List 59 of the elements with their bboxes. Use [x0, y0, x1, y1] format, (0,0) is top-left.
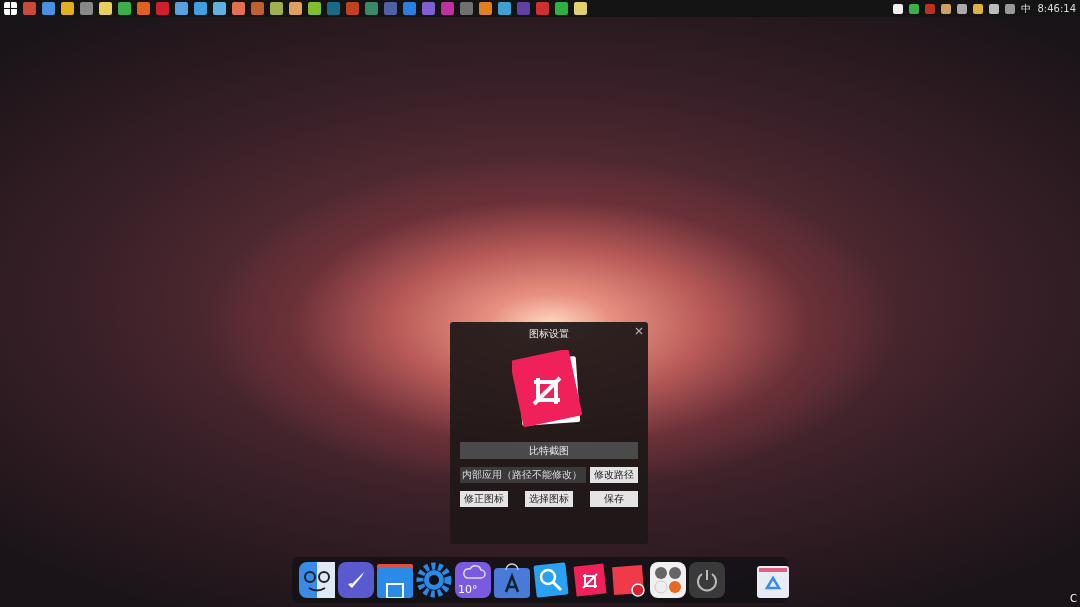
app-icon[interactable] — [61, 2, 74, 15]
app-icon[interactable] — [498, 2, 511, 15]
folder-icon[interactable] — [377, 562, 413, 598]
app-icon[interactable] — [251, 2, 264, 15]
change-path-button[interactable]: 修改路径 — [590, 467, 638, 483]
app-icon[interactable] — [289, 2, 302, 15]
dialog-title: 图标设置 — [529, 327, 569, 341]
app-icon[interactable] — [346, 2, 359, 15]
clock[interactable]: 8:46:14 — [1037, 3, 1076, 14]
tray-icon[interactable] — [941, 3, 952, 14]
tray-icon[interactable] — [957, 3, 968, 14]
smiling-face-icon[interactable] — [299, 562, 335, 598]
app-icon[interactable] — [23, 2, 36, 15]
app-icon[interactable] — [403, 2, 416, 15]
settings-icon[interactable] — [416, 562, 452, 598]
app-icon[interactable] — [270, 2, 283, 15]
dialog-button[interactable]: 保存 — [590, 491, 638, 507]
weather-widget[interactable]: 10° — [455, 562, 491, 598]
app-icon[interactable] — [517, 2, 530, 15]
app-icon[interactable] — [42, 2, 55, 15]
app-icon[interactable] — [232, 2, 245, 15]
app-icon[interactable] — [80, 2, 93, 15]
corner-text: C — [1070, 593, 1077, 604]
weather-temperature: 10° — [458, 583, 478, 596]
dialog-button[interactable]: 选择图标 — [525, 491, 573, 507]
screen-record-icon[interactable] — [611, 562, 647, 598]
crop-icon[interactable] — [572, 562, 608, 598]
dialog-button[interactable]: 修正图标 — [460, 491, 508, 507]
app-icon[interactable] — [460, 2, 473, 15]
tray-icon[interactable] — [909, 3, 920, 14]
app-icon[interactable] — [555, 2, 568, 15]
app-icon[interactable] — [422, 2, 435, 15]
app-icon[interactable] — [384, 2, 397, 15]
windows-logo-icon[interactable] — [4, 2, 17, 15]
tray-icon[interactable] — [1005, 3, 1016, 14]
app-icon[interactable] — [536, 2, 549, 15]
search-icon[interactable] — [533, 562, 569, 598]
app-icon[interactable] — [137, 2, 150, 15]
app-icon[interactable] — [365, 2, 378, 15]
tray-icon[interactable] — [973, 3, 984, 14]
app-icon[interactable] — [99, 2, 112, 15]
app-icon[interactable] — [213, 2, 226, 15]
tray-icon[interactable] — [989, 3, 1000, 14]
app-icon[interactable] — [574, 2, 587, 15]
path-field[interactable]: 内部应用（路径不能修改） — [460, 467, 586, 483]
app-icon[interactable] — [441, 2, 454, 15]
app-icon[interactable] — [479, 2, 492, 15]
app-icon[interactable] — [118, 2, 131, 15]
input-method-indicator[interactable]: 中 — [1021, 1, 1032, 16]
power-icon[interactable] — [689, 562, 725, 598]
tray-icon[interactable] — [893, 3, 904, 14]
close-icon[interactable] — [635, 327, 643, 335]
app-icon[interactable] — [327, 2, 340, 15]
app-name-field[interactable]: 比特截图 — [460, 442, 638, 459]
calculator-icon[interactable] — [650, 562, 686, 598]
app-icon[interactable] — [308, 2, 321, 15]
app-icon[interactable] — [175, 2, 188, 15]
app-icon[interactable] — [156, 2, 169, 15]
app-icon[interactable] — [194, 2, 207, 15]
